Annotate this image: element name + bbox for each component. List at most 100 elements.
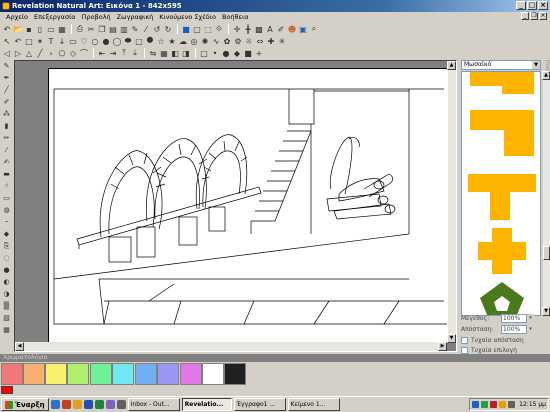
align-right-icon[interactable]: ⇥	[108, 48, 118, 58]
scroll-left-button[interactable]: ◀	[15, 342, 24, 351]
dot-small-icon[interactable]: •	[210, 48, 220, 58]
task-revelation[interactable]: Revelatio...	[181, 398, 232, 411]
size-spinner[interactable]: ▾	[527, 313, 534, 323]
diamond-icon[interactable]: ◇	[68, 48, 78, 58]
fill-tool-icon[interactable]: ◍	[1, 205, 12, 216]
star-icon[interactable]: ✶	[35, 36, 45, 46]
doc-restore-button[interactable]: ❐	[530, 12, 538, 20]
triangle-icon[interactable]: △	[24, 48, 34, 58]
canvas-area[interactable]: ▲ ▼ ◀ ▶	[14, 60, 457, 352]
marker-tool-icon[interactable]: ╱	[1, 85, 12, 96]
dot-medium-icon[interactable]: ●	[221, 48, 231, 58]
menu-view[interactable]: Προβολή	[82, 13, 111, 21]
spiral-icon[interactable]: ◎	[189, 36, 199, 46]
quicklaunch-media-icon[interactable]	[105, 400, 115, 409]
doc-close-button[interactable]: ×	[539, 12, 547, 20]
drawing-canvas[interactable]	[48, 68, 453, 343]
canvas-vertical-scrollbar[interactable]: ▲ ▼	[447, 61, 456, 343]
dodge-tool-icon[interactable]: ◑	[1, 289, 12, 300]
print-icon[interactable]: ⎙	[75, 24, 85, 34]
menu-edit[interactable]: Επεξεργασία	[34, 13, 76, 21]
swatch-scroll-down[interactable]: ▼	[542, 307, 550, 316]
flower-icon[interactable]: ✿	[222, 36, 232, 46]
save-icon[interactable]: ▪	[24, 24, 34, 34]
rounded-rect-icon[interactable]: ▢	[134, 36, 144, 46]
smudge-tool-icon[interactable]: ☝	[1, 181, 12, 192]
white-square-icon[interactable]: □	[199, 48, 209, 58]
menu-help[interactable]: Βοήθεια	[222, 13, 249, 21]
stamp-tool-icon[interactable]: ◆	[1, 229, 12, 240]
crayon-tool-icon[interactable]: ✏	[1, 133, 12, 144]
frame-icon[interactable]: ▢	[192, 24, 202, 34]
magic-wand-icon[interactable]: ⁄	[141, 24, 151, 34]
select-icon[interactable]: ⬚	[203, 24, 213, 34]
clone-tool-icon[interactable]: ⎘	[1, 241, 12, 252]
cut-icon[interactable]: ✂	[86, 24, 96, 34]
square-small-icon[interactable]: ■	[243, 48, 253, 58]
grid-icon[interactable]: ▩	[254, 24, 264, 34]
palette-swatch-2[interactable]	[23, 363, 45, 385]
layers-icon[interactable]: ▦	[57, 24, 67, 34]
tray-network-icon[interactable]	[472, 401, 480, 408]
picture-icon[interactable]: ▣	[298, 24, 308, 34]
knife-tool-icon[interactable]: ⁄	[1, 145, 12, 156]
tray-antivirus-icon[interactable]	[490, 401, 498, 408]
star-shape-icon[interactable]: ☆	[156, 36, 166, 46]
arrow-right-icon[interactable]: ▷	[13, 48, 23, 58]
tray-volume-icon[interactable]	[508, 401, 516, 408]
pen-tool-icon[interactable]: ✒	[1, 73, 12, 84]
filled-ellipse-icon[interactable]: ⬬	[123, 36, 133, 46]
quicklaunch-desktop-icon[interactable]	[116, 400, 126, 409]
pointer-icon[interactable]: ↖	[2, 36, 12, 46]
eraser-tool-icon[interactable]: ▭	[1, 193, 12, 204]
burst-icon[interactable]: ✳	[277, 36, 287, 46]
watercolor-tool-icon[interactable]: ✍	[1, 157, 12, 168]
align-left-icon[interactable]: ⇤	[97, 48, 107, 58]
quicklaunch-word-icon[interactable]	[83, 400, 93, 409]
gradient-icon[interactable]: ■	[181, 24, 191, 34]
text-tool-icon[interactable]: T	[46, 36, 56, 46]
undo-icon[interactable]: ↶	[2, 24, 12, 34]
pencil-tool-icon[interactable]: ✎	[1, 61, 12, 72]
polygon-icon[interactable]: ⬠	[57, 48, 67, 58]
quicklaunch-excel-icon[interactable]	[94, 400, 104, 409]
quicklaunch-ie-icon[interactable]	[50, 400, 60, 409]
octagon-icon[interactable]: ⯃	[145, 36, 155, 46]
palette-swatch-7[interactable]	[135, 363, 157, 385]
palette-swatch-8[interactable]	[157, 363, 179, 385]
blur-tool-icon[interactable]: ◌	[1, 253, 12, 264]
sun-icon[interactable]: ☼	[244, 36, 254, 46]
flip-icon[interactable]: ⇋	[148, 48, 158, 58]
back-icon[interactable]: ◨	[181, 48, 191, 58]
cloud-icon[interactable]: ☁	[178, 36, 188, 46]
charcoal-tool-icon[interactable]: ▮	[1, 121, 12, 132]
task-inbox[interactable]: Inbox - Out...	[127, 398, 180, 411]
arrow-left-icon[interactable]: ◁	[2, 48, 12, 58]
gear-shape-icon[interactable]: ⚙	[233, 36, 243, 46]
palette-swatch-6[interactable]	[112, 363, 134, 385]
open-folder-icon[interactable]: 📂	[13, 24, 23, 34]
undo-small-icon[interactable]: ↶	[13, 36, 23, 46]
chevron-down-icon[interactable]: ▼	[532, 61, 540, 69]
oil-tool-icon[interactable]: ▬	[1, 169, 12, 180]
diamond-small-icon[interactable]: ◆	[232, 48, 242, 58]
brush-tool-icon[interactable]: ✐	[1, 97, 12, 108]
tray-security-icon[interactable]	[481, 401, 489, 408]
airbrush-tool-icon[interactable]: ⁂	[1, 109, 12, 120]
doc-minimize-button[interactable]: _	[521, 12, 529, 20]
menu-file[interactable]: Αρχείο	[6, 13, 28, 21]
undo-arrow-icon[interactable]: ↺	[152, 24, 162, 34]
sponge-tool-icon[interactable]: ●	[1, 265, 12, 276]
palette-swatch-4[interactable]	[67, 363, 89, 385]
task-document[interactable]: Έγγραφο1 ...	[233, 398, 286, 411]
spacing-field[interactable]: 100%	[501, 324, 527, 334]
copy-icon[interactable]: ❐	[97, 24, 107, 34]
group-icon[interactable]: ▦	[159, 48, 169, 58]
menu-animation[interactable]: Κινούμενο Σχέδιο	[159, 13, 216, 21]
quicklaunch-folder-icon[interactable]	[72, 400, 82, 409]
spacing-spinner[interactable]: ▾	[527, 324, 534, 334]
starburst-icon[interactable]: ✺	[200, 36, 210, 46]
brush-swatch-list[interactable]	[461, 71, 541, 316]
tray-update-icon[interactable]	[499, 401, 507, 408]
palette-swatch-11[interactable]	[224, 363, 246, 385]
